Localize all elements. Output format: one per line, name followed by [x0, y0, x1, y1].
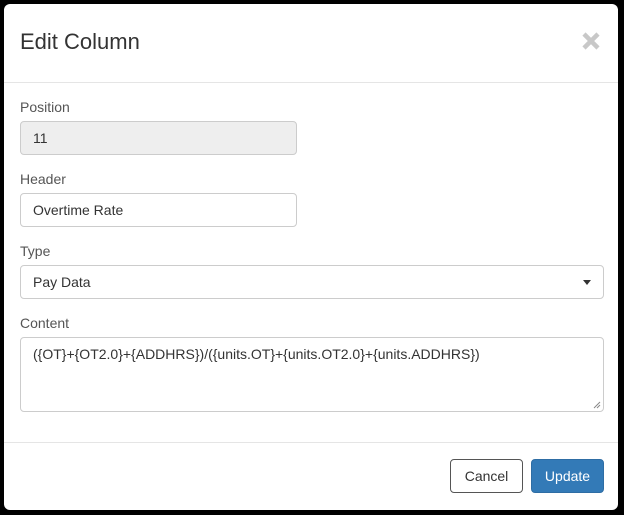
dialog-body: Position 11 Header Overtime Rate Type Pa… [4, 83, 618, 443]
type-select[interactable]: Pay Data [20, 265, 604, 299]
header-label: Header [20, 171, 66, 187]
position-input[interactable]: 11 [20, 121, 297, 155]
caret-down-icon [583, 280, 591, 285]
edit-column-dialog: Edit Column Position 11 Header Overtime … [4, 4, 618, 510]
header-input[interactable]: Overtime Rate [20, 193, 297, 227]
content-label: Content [20, 315, 70, 331]
resize-grip-icon[interactable] [593, 401, 601, 409]
close-icon [582, 32, 600, 50]
close-button[interactable] [580, 30, 602, 52]
position-label: Position [20, 99, 70, 115]
update-button[interactable]: Update [531, 459, 604, 493]
dialog-title: Edit Column [20, 29, 140, 54]
cancel-button[interactable]: Cancel [450, 459, 523, 493]
dialog-header: Edit Column [4, 4, 618, 83]
content-textarea-value: ({OT}+{OT2.0}+{ADDHRS})/({units.OT}+{uni… [33, 346, 480, 362]
dialog-footer: Cancel Update [4, 442, 618, 510]
content-textarea[interactable]: ({OT}+{OT2.0}+{ADDHRS})/({units.OT}+{uni… [20, 337, 604, 412]
type-select-value: Pay Data [33, 274, 91, 290]
type-label: Type [20, 243, 51, 259]
